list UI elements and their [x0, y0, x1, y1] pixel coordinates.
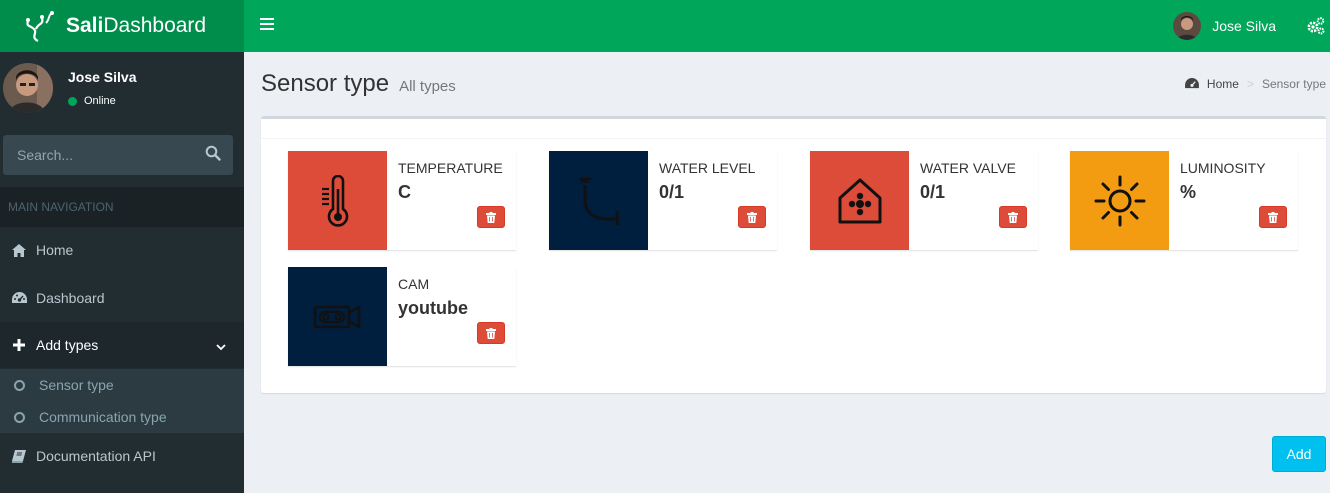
brand-name: SaliDashboard — [66, 14, 207, 37]
camera-icon — [288, 267, 387, 366]
search-button[interactable] — [205, 145, 225, 165]
sensor-types-box: TEMPERATURE C WATER LEVEL 0/1 WATER VALV… — [261, 116, 1326, 393]
logo-icon — [24, 9, 56, 43]
trash-icon — [747, 211, 757, 223]
sensor-unit: C — [398, 182, 411, 202]
sidebar-item-label: Add types — [36, 337, 99, 353]
sidebar-item-label: Dashboard — [36, 290, 105, 306]
status-label: Online — [84, 95, 116, 107]
sidebar-username: Jose Silva — [68, 69, 137, 85]
sensor-card-water-level: WATER LEVEL 0/1 — [549, 151, 777, 250]
gears-icon — [1307, 17, 1325, 35]
sensor-unit: youtube — [398, 298, 468, 318]
circle-icon — [14, 411, 25, 423]
submenu-item-label: Sensor type — [39, 377, 114, 393]
sidebar-toggle-button[interactable] — [260, 15, 274, 33]
water-valve-icon — [810, 151, 909, 250]
sidebar-search — [3, 135, 233, 175]
delete-button[interactable] — [999, 206, 1027, 228]
add-button[interactable]: Add — [1272, 436, 1326, 472]
book-icon — [10, 448, 28, 464]
main-navigation-header: MAIN NAVIGATION — [0, 187, 244, 227]
sidebar-subitem-sensor-type[interactable]: Sensor type — [0, 369, 244, 401]
page-title: Sensor type — [261, 70, 390, 97]
sidebar-item-dashboard[interactable]: Dashboard — [0, 275, 244, 321]
sidebar-item-label: Home — [36, 242, 74, 258]
sidebar-item-label: Documentation API — [36, 448, 156, 464]
breadcrumb: Home > Sensor type — [1184, 77, 1326, 91]
sensor-label: WATER VALVE — [920, 160, 1016, 176]
breadcrumb-separator: > — [1246, 77, 1254, 91]
user-panel: Jose Silva Online — [0, 52, 244, 130]
delete-button[interactable] — [1259, 206, 1287, 228]
sensor-label: TEMPERATURE — [398, 160, 503, 176]
sidebar-subitem-communication-type[interactable]: Communication type — [0, 401, 244, 433]
sun-icon — [1070, 151, 1169, 250]
sensor-card-cam: CAM youtube — [288, 267, 516, 366]
page-subtitle: All types — [399, 78, 456, 95]
circle-icon — [14, 379, 25, 391]
sensor-card-luminosity: LUMINOSITY % — [1070, 151, 1298, 250]
sensor-unit: 0/1 — [659, 182, 685, 202]
content-header: Sensor type All types — [261, 70, 456, 98]
search-icon — [205, 145, 221, 161]
sensor-label: LUMINOSITY — [1180, 160, 1266, 176]
avatar — [3, 63, 53, 113]
sensor-label: CAM — [398, 276, 430, 292]
trash-icon — [1268, 211, 1278, 223]
top-navbar: Jose Silva — [244, 0, 1330, 52]
water-level-icon — [549, 151, 648, 250]
add-types-submenu: Sensor type Communication type — [0, 369, 244, 433]
brand-logo[interactable]: SaliDashboard — [0, 0, 244, 52]
breadcrumb-current: Sensor type — [1261, 77, 1326, 91]
sidebar: Jose Silva Online MAIN NAVIGATION Home D… — [0, 52, 244, 493]
home-icon — [10, 242, 28, 258]
trash-icon — [486, 327, 496, 339]
breadcrumb-home-label: Home — [1206, 77, 1239, 91]
trash-icon — [1008, 211, 1018, 223]
chevron-down-icon — [216, 338, 226, 354]
settings-button[interactable] — [1306, 16, 1326, 36]
navbar-username: Jose Silva — [1212, 18, 1276, 34]
breadcrumb-home-link[interactable]: Home — [1184, 77, 1239, 91]
user-menu[interactable]: Jose Silva — [1173, 12, 1276, 40]
sensor-card-temperature: TEMPERATURE C — [288, 151, 516, 250]
delete-button[interactable] — [738, 206, 766, 228]
sensor-label: WATER LEVEL — [659, 160, 756, 176]
dashboard-icon — [10, 290, 28, 306]
status-dot-icon — [68, 96, 77, 106]
trash-icon — [486, 211, 496, 223]
sidebar-item-home[interactable]: Home — [0, 227, 244, 273]
thermometer-icon — [288, 151, 387, 250]
sensor-card-water-valve: WATER VALVE 0/1 — [810, 151, 1038, 250]
online-status: Online — [68, 95, 116, 107]
plus-icon — [10, 337, 28, 353]
avatar — [1173, 12, 1202, 40]
box-divider — [261, 138, 1326, 139]
search-input[interactable] — [3, 135, 193, 175]
hamburger-icon — [260, 18, 274, 20]
delete-button[interactable] — [477, 206, 505, 228]
sensor-unit: % — [1180, 182, 1197, 202]
sensor-unit: 0/1 — [920, 182, 946, 202]
submenu-item-label: Communication type — [39, 409, 167, 425]
sidebar-item-documentation-api[interactable]: Documentation API — [0, 433, 244, 479]
dashboard-icon — [1184, 78, 1199, 89]
sidebar-item-add-types[interactable]: Add types — [0, 322, 244, 368]
delete-button[interactable] — [477, 322, 505, 344]
